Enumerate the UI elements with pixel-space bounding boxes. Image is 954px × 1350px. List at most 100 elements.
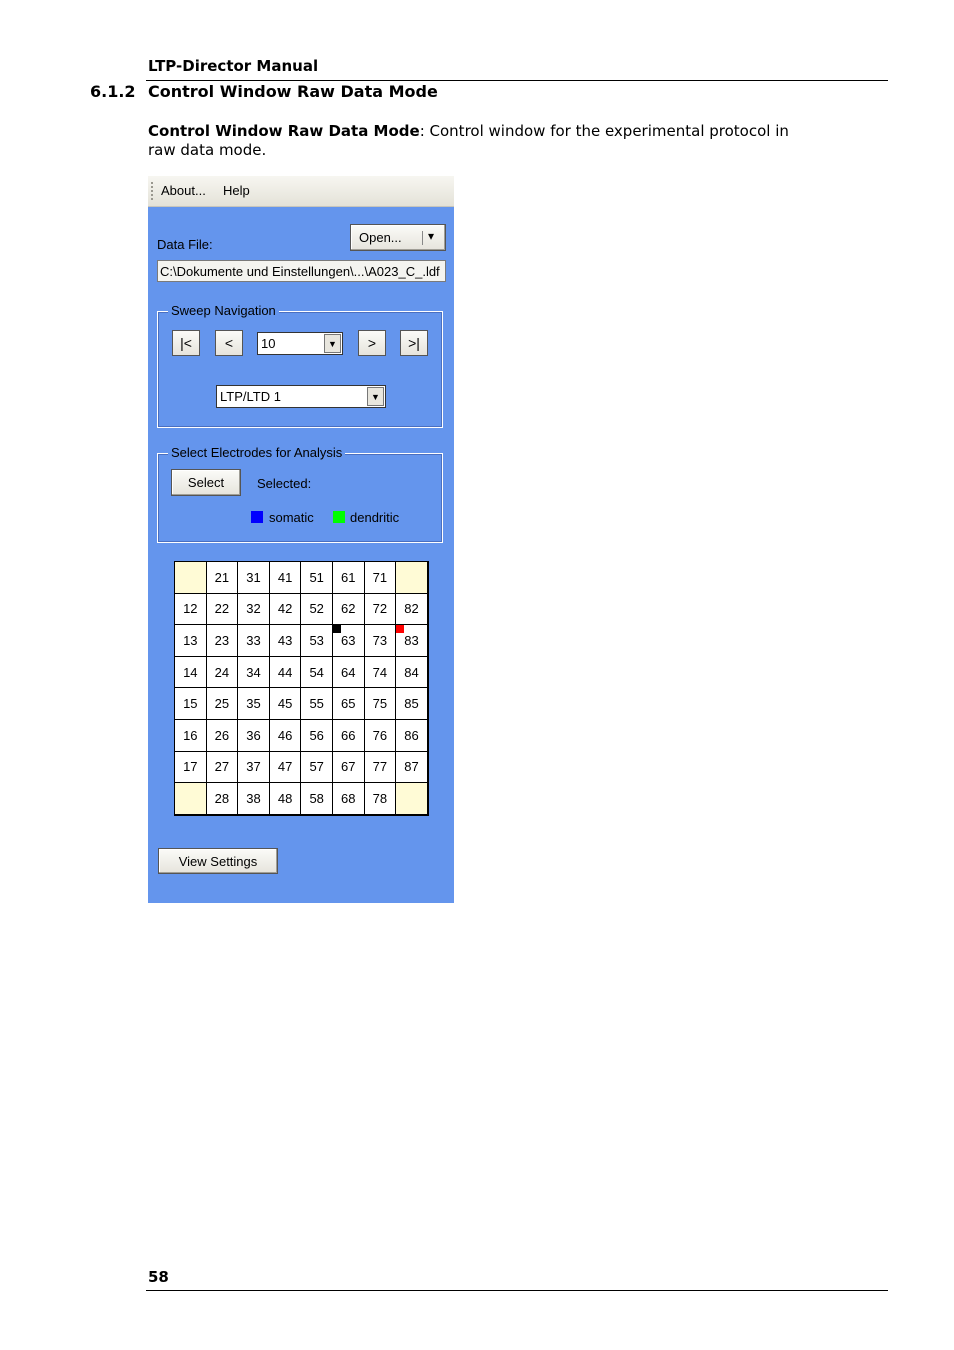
electrode-cell[interactable]: 47 [269,751,302,784]
view-settings-button[interactable]: View Settings [158,848,278,874]
electrode-cell[interactable]: 12 [175,593,207,626]
electrode-cell-label: 83 [404,632,419,648]
electrode-cell[interactable]: 75 [364,688,397,720]
electrode-cell[interactable]: 62 [332,593,365,626]
electrode-marker [332,625,341,634]
electrode-cell[interactable]: 51 [301,562,333,594]
electrode-cell[interactable]: 82 [396,593,428,626]
electrode-cell[interactable]: 27 [206,751,239,784]
electrode-marker [396,625,405,634]
electrode-cell[interactable]: 83 [396,625,428,657]
electrode-cell[interactable]: 15 [175,688,207,720]
electrode-cell[interactable]: 13 [175,625,207,657]
electrode-cell[interactable]: 38 [238,783,270,815]
electrode-cell[interactable]: 31 [238,562,270,594]
electrode-cell[interactable]: 65 [332,688,365,720]
electrode-cell[interactable]: 35 [238,688,270,720]
electrode-cell[interactable]: 64 [332,656,365,689]
manual-header-title: LTP-Director Manual [148,57,319,75]
electrode-cell[interactable]: 72 [364,593,397,626]
page-number: 58 [148,1268,169,1286]
electrode-cell[interactable]: 14 [175,656,207,689]
protocol-value: LTP/LTD 1 [220,389,281,404]
electrode-cell[interactable]: 57 [301,751,333,784]
electrode-cell[interactable]: 53 [301,625,333,657]
electrode-cell[interactable]: 45 [269,688,302,720]
electrode-grid: 21 31 41 51 61 71 12 22 32 42 52 62 72 82 13 23 33 43 53 63… [174,561,429,816]
open-button[interactable]: Open... ▾ [350,224,446,251]
electrode-cell[interactable]: 67 [332,751,365,784]
electrode-cell[interactable]: 21 [206,562,239,594]
electrode-cell[interactable]: 71 [364,562,397,594]
select-electrodes-group: Select Electrodes for Analysis [157,445,443,543]
electrode-cell-empty [175,783,207,815]
electrode-cell[interactable]: 43 [269,625,302,657]
electrode-cell[interactable]: 63 [332,625,365,657]
electrode-cell[interactable]: 26 [206,719,239,752]
electrode-cell-empty [396,562,428,594]
open-button-label: Open... [359,230,402,245]
electrode-cell[interactable]: 16 [175,719,207,752]
select-electrodes-title: Select Electrodes for Analysis [168,445,346,460]
last-sweep-button[interactable]: >| [400,330,428,356]
electrode-cell[interactable]: 46 [269,719,302,752]
electrode-cell[interactable]: 68 [332,783,365,815]
electrode-cell[interactable]: 74 [364,656,397,689]
electrode-cell[interactable]: 73 [364,625,397,657]
electrode-cell[interactable]: 55 [301,688,333,720]
electrode-cell[interactable]: 85 [396,688,428,720]
electrode-cell[interactable]: 77 [364,751,397,784]
electrode-cell[interactable]: 48 [269,783,302,815]
somatic-label: somatic [269,510,314,525]
menu-bar: About... Help [148,176,454,207]
electrode-cell[interactable]: 52 [301,593,333,626]
electrode-cell[interactable]: 54 [301,656,333,689]
next-sweep-button[interactable]: > [358,330,386,356]
electrode-cell[interactable]: 61 [332,562,365,594]
data-file-path-field[interactable]: C:\Dokumente und Einstellungen\...\A023_… [157,260,446,282]
toolbar-grip [151,182,155,200]
electrode-cell[interactable]: 86 [396,719,428,752]
electrode-cell[interactable]: 28 [206,783,239,815]
electrode-cell[interactable]: 44 [269,656,302,689]
caption-bold: Control Window Raw Data Mode [148,122,420,140]
electrode-cell[interactable]: 23 [206,625,239,657]
selected-label: Selected: [257,476,312,491]
electrode-cell[interactable]: 32 [238,593,270,626]
electrode-cell-empty [175,562,207,594]
select-button[interactable]: Select [171,469,241,496]
menu-about[interactable]: About... [161,183,206,198]
electrode-cell[interactable]: 36 [238,719,270,752]
dropdown-arrow-icon[interactable]: ▾ [428,229,434,243]
electrode-cell[interactable]: 66 [332,719,365,752]
sweep-number-combo[interactable]: 10 ▼ [257,332,343,355]
electrode-cell[interactable]: 25 [206,688,239,720]
electrode-cell[interactable]: 37 [238,751,270,784]
footer-rule [146,1290,888,1291]
electrode-cell[interactable]: 58 [301,783,333,815]
first-sweep-button[interactable]: |< [172,330,200,356]
sweep-navigation-group: Sweep Navigation [157,303,443,428]
section-title: Control Window Raw Data Mode [148,82,438,101]
electrode-cell[interactable]: 78 [364,783,397,815]
electrode-cell[interactable]: 33 [238,625,270,657]
electrode-cell[interactable]: 87 [396,751,428,784]
combo-arrow-icon[interactable]: ▼ [324,334,341,353]
header-rule [146,80,888,81]
electrode-cell[interactable]: 56 [301,719,333,752]
dendritic-swatch [333,511,345,523]
electrode-cell[interactable]: 17 [175,751,207,784]
electrode-cell[interactable]: 34 [238,656,270,689]
electrode-cell[interactable]: 24 [206,656,239,689]
electrode-cell[interactable]: 42 [269,593,302,626]
menu-help[interactable]: Help [223,183,250,198]
previous-sweep-button[interactable]: < [215,330,243,356]
electrode-cell[interactable]: 41 [269,562,302,594]
electrode-cell[interactable]: 22 [206,593,239,626]
combo-arrow-icon[interactable]: ▼ [367,387,384,406]
electrode-cell-empty [396,783,428,815]
protocol-combo[interactable]: LTP/LTD 1 ▼ [216,385,386,408]
electrode-cell[interactable]: 84 [396,656,428,689]
electrode-cell[interactable]: 76 [364,719,397,752]
section-number: 6.1.2 [90,82,136,101]
